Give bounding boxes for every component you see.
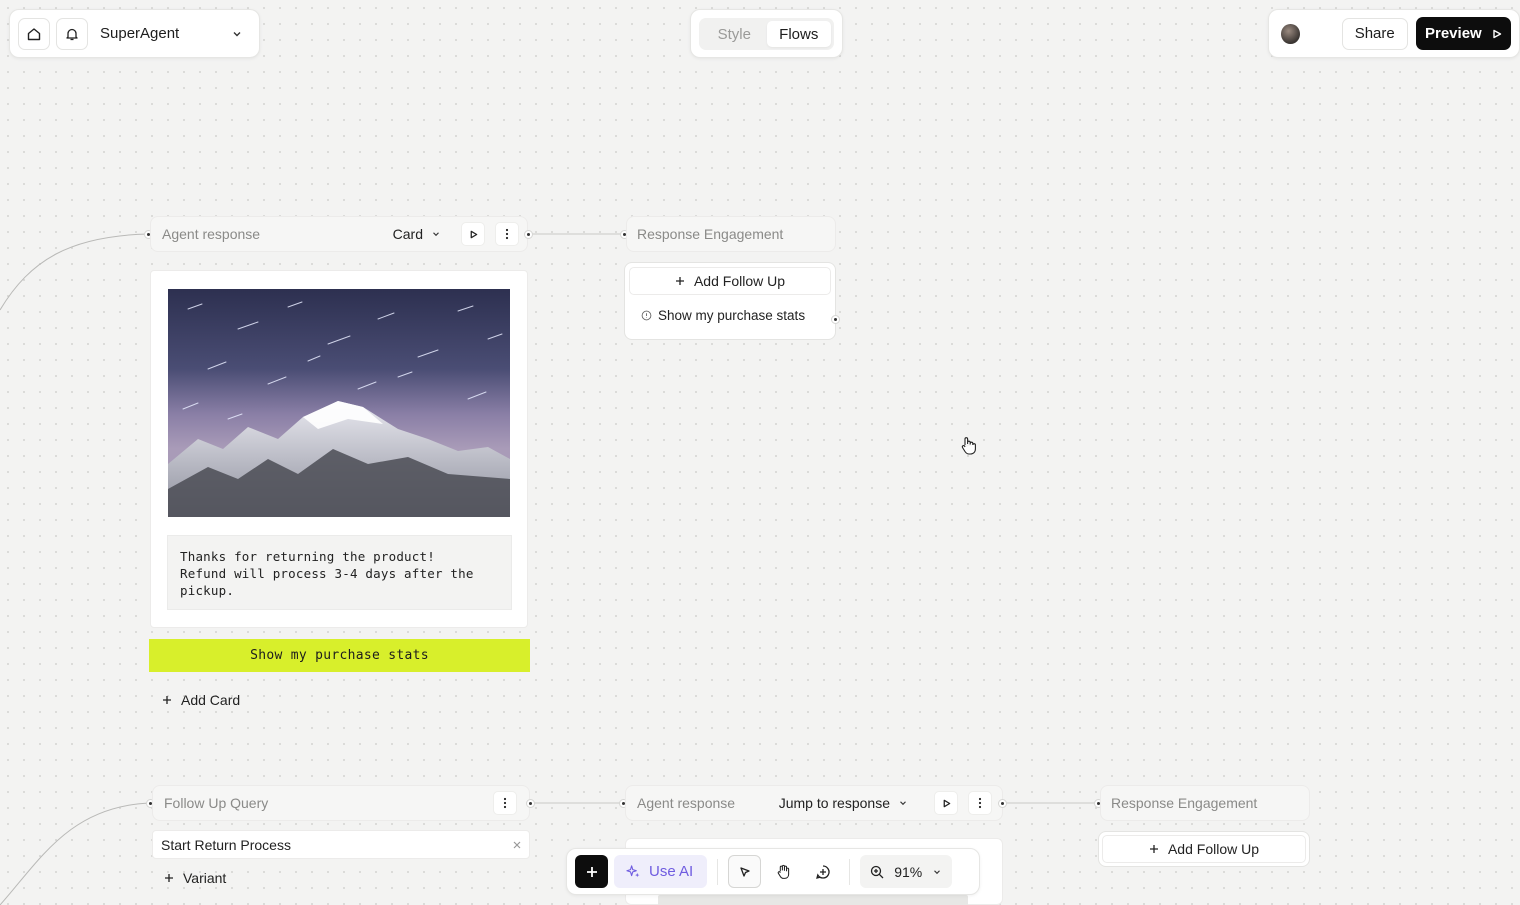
response-type-select[interactable]: Jump to response <box>779 795 908 811</box>
response-type-select[interactable]: Card <box>393 226 441 242</box>
add-comment-icon <box>815 864 830 879</box>
node-output-port[interactable] <box>526 799 535 808</box>
plus-icon <box>163 696 171 704</box>
plus-icon <box>165 874 173 882</box>
pointer-icon <box>740 866 750 877</box>
node-output-port[interactable] <box>998 799 1007 808</box>
chevron-down-icon <box>233 31 241 36</box>
chevron-down-icon <box>900 801 906 806</box>
mode-tabs: Style Flows <box>690 9 843 58</box>
add-follow-up-label: Add Follow Up <box>1167 841 1260 857</box>
play-icon <box>1493 29 1501 38</box>
play-icon <box>470 230 477 238</box>
project-name: SuperAgent <box>100 25 180 42</box>
plus-icon <box>1149 845 1158 853</box>
card-message[interactable]: Thanks for returning the product! Refund… <box>167 535 512 610</box>
bell-icon <box>66 28 78 40</box>
canvas-toolbar: Use AI 91% <box>566 848 980 895</box>
query-value: Start Return Process <box>161 836 291 853</box>
node-menu-button[interactable] <box>968 791 992 815</box>
agent-response-header: Agent response Jump to response <box>625 785 1003 821</box>
node-title: Response Engagement <box>1111 795 1258 811</box>
hand-icon <box>777 864 790 879</box>
notifications-button[interactable] <box>56 17 88 50</box>
project-panel: SuperAgent <box>9 9 260 58</box>
engagement-panel: Add Follow Up Show my purchase stats <box>624 262 836 340</box>
use-ai-label: Use AI <box>649 863 694 880</box>
use-ai-button[interactable]: Use AI <box>614 855 708 888</box>
zoom-icon <box>871 865 884 878</box>
card-image[interactable] <box>168 289 510 517</box>
plus-icon <box>675 277 684 285</box>
engagement-header: Response Engagement <box>626 216 836 252</box>
response-type-value: Jump to response <box>778 795 890 811</box>
toolbar-divider <box>717 858 719 885</box>
engagement-panel: Add Follow Up <box>1098 831 1310 867</box>
engagement-header: Response Engagement <box>1100 785 1310 821</box>
tab-style[interactable]: Style <box>702 21 767 47</box>
home-button[interactable] <box>18 17 50 50</box>
chevron-down-icon <box>433 232 439 237</box>
hand-cursor-icon <box>961 437 976 455</box>
agent-response-header: Agent response Card <box>150 216 528 252</box>
node-title: Response Engagement <box>637 226 784 242</box>
node-title: Follow Up Query <box>164 795 269 811</box>
query-input[interactable]: Start Return Process <box>152 830 530 859</box>
add-card-label: Add Card <box>181 692 241 708</box>
play-icon <box>943 799 950 807</box>
response-card[interactable]: Thanks for returning the product! Refund… <box>150 270 528 628</box>
select-tool-button[interactable] <box>728 855 762 888</box>
node-output-port[interactable] <box>524 230 533 239</box>
follow-up-item-label: Show my purchase stats <box>658 307 806 323</box>
more-vertical-icon <box>978 797 982 809</box>
chevron-down-icon <box>934 869 941 874</box>
variant-label: Variant <box>183 870 227 886</box>
add-node-button[interactable] <box>575 855 608 888</box>
comment-tool-button[interactable] <box>806 855 839 888</box>
toolbar-divider <box>849 858 851 885</box>
more-vertical-icon <box>503 797 507 809</box>
zoom-level: 91% <box>894 863 923 880</box>
actions-panel: Share Preview <box>1268 9 1520 58</box>
add-follow-up-button[interactable]: Add Follow Up <box>1102 835 1306 863</box>
run-node-button[interactable] <box>934 791 958 815</box>
node-title: Agent response <box>162 226 261 242</box>
project-selector[interactable]: SuperAgent <box>94 18 251 50</box>
follow-up-item[interactable]: Show my purchase stats <box>629 295 831 335</box>
node-menu-button[interactable] <box>493 791 517 815</box>
preview-button[interactable]: Preview <box>1415 17 1511 50</box>
pan-tool-button[interactable] <box>767 855 800 888</box>
card-action-button[interactable]: Show my purchase stats <box>149 639 530 672</box>
info-icon <box>641 310 652 320</box>
node-output-port[interactable] <box>831 315 840 324</box>
add-follow-up-label: Add Follow Up <box>693 273 786 289</box>
plus-icon <box>586 866 597 877</box>
avatar[interactable] <box>1281 23 1300 44</box>
sparkle-icon <box>626 865 640 878</box>
follow-up-query-header: Follow Up Query <box>152 785 530 821</box>
share-button[interactable]: Share <box>1341 17 1408 50</box>
node-menu-button[interactable] <box>495 222 519 246</box>
add-variant-button[interactable]: Variant <box>164 868 226 888</box>
close-icon[interactable] <box>513 841 521 849</box>
node-title: Agent response <box>637 795 736 811</box>
add-follow-up-button[interactable]: Add Follow Up <box>629 267 831 295</box>
zoom-control[interactable]: 91% <box>860 855 953 888</box>
add-card-button[interactable]: Add Card <box>162 690 240 710</box>
run-node-button[interactable] <box>461 222 485 246</box>
response-type-value: Card <box>392 226 423 242</box>
preview-label: Preview <box>1425 25 1482 42</box>
more-vertical-icon <box>505 228 509 240</box>
home-icon <box>27 27 41 40</box>
tab-flows[interactable]: Flows <box>766 21 831 47</box>
